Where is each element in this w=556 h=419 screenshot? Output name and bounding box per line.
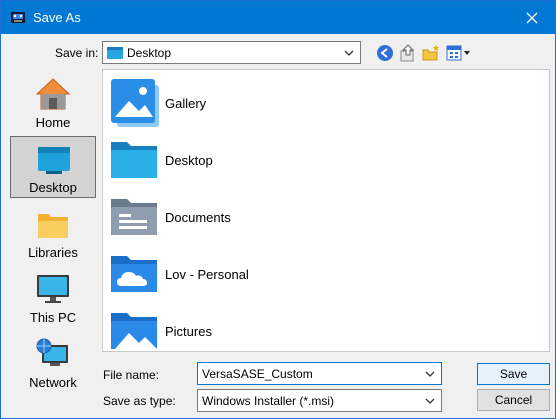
place-libraries[interactable]: Libraries	[10, 202, 96, 264]
title-bar[interactable]: Save As	[1, 1, 555, 34]
chevron-down-icon	[425, 371, 435, 377]
chevron-down-icon	[344, 50, 354, 56]
place-label: This PC	[29, 310, 77, 325]
filename-value: VersaSASE_Custom	[202, 367, 313, 381]
file-name: Gallery	[165, 96, 207, 111]
view-menu-icon	[446, 45, 470, 61]
list-item[interactable]: Desktop	[109, 134, 409, 186]
gallery-folder-icon	[111, 79, 159, 127]
place-label: Network	[29, 375, 77, 390]
list-item[interactable]: Documents	[109, 191, 409, 243]
file-name: Pictures	[165, 324, 212, 339]
close-button[interactable]	[509, 1, 555, 34]
file-name: Documents	[165, 210, 231, 225]
file-name: Lov - Personal	[165, 267, 249, 282]
save-as-type-label: Save as type:	[103, 394, 176, 408]
chevron-down-icon	[425, 398, 435, 404]
desktop-small-icon	[107, 47, 123, 59]
app-icon	[11, 12, 25, 23]
desktop-icon	[38, 147, 70, 174]
list-item[interactable]: Lov - Personal	[109, 248, 409, 300]
save-in-dropdown[interactable]: Desktop	[102, 41, 361, 64]
pictures-folder-icon	[111, 313, 157, 349]
view-menu-button[interactable]	[445, 43, 473, 63]
list-item[interactable]: Pictures	[109, 305, 409, 351]
place-network[interactable]: Network	[10, 332, 96, 394]
cancel-button[interactable]: Cancel	[477, 389, 550, 411]
filename-label: File name:	[103, 368, 160, 382]
place-desktop[interactable]: Desktop	[10, 136, 96, 198]
save-as-dialog: Save As Save in: Desktop Home Desktop Li…	[0, 0, 556, 419]
back-arrow-icon	[377, 45, 393, 61]
new-folder-icon	[422, 45, 439, 61]
back-button[interactable]	[375, 43, 395, 63]
list-item[interactable]: Gallery	[109, 77, 409, 129]
file-name: Desktop	[165, 153, 213, 168]
place-label: Libraries	[28, 245, 78, 260]
new-folder-button[interactable]	[421, 43, 441, 63]
place-label: Home	[35, 115, 71, 130]
save-as-type-dropdown[interactable]: Windows Installer (*.msi)	[197, 389, 442, 412]
home-icon	[36, 78, 70, 110]
file-list[interactable]: Gallery Desktop Documents Lov - Personal…	[102, 69, 550, 352]
save-in-label: Save in:	[55, 46, 99, 60]
documents-folder-icon	[111, 199, 157, 235]
this-pc-icon	[37, 275, 69, 303]
onedrive-folder-icon	[111, 256, 157, 292]
save-in-value: Desktop	[127, 46, 172, 60]
up-folder-button[interactable]	[398, 43, 418, 63]
place-this-pc[interactable]: This PC	[10, 267, 96, 329]
filename-input[interactable]: VersaSASE_Custom	[197, 362, 442, 385]
places-bar: Home Desktop Libraries This PC Network	[7, 70, 97, 397]
place-home[interactable]: Home	[10, 72, 96, 134]
desktop-folder-icon	[111, 142, 157, 178]
network-icon	[36, 338, 68, 366]
place-label: Desktop	[29, 180, 77, 195]
save-as-type-value: Windows Installer (*.msi)	[202, 394, 335, 408]
window-title: Save As	[33, 10, 81, 25]
libraries-icon	[38, 214, 68, 238]
close-icon	[526, 12, 538, 23]
save-button[interactable]: Save	[477, 363, 550, 385]
up-folder-icon	[400, 44, 415, 62]
